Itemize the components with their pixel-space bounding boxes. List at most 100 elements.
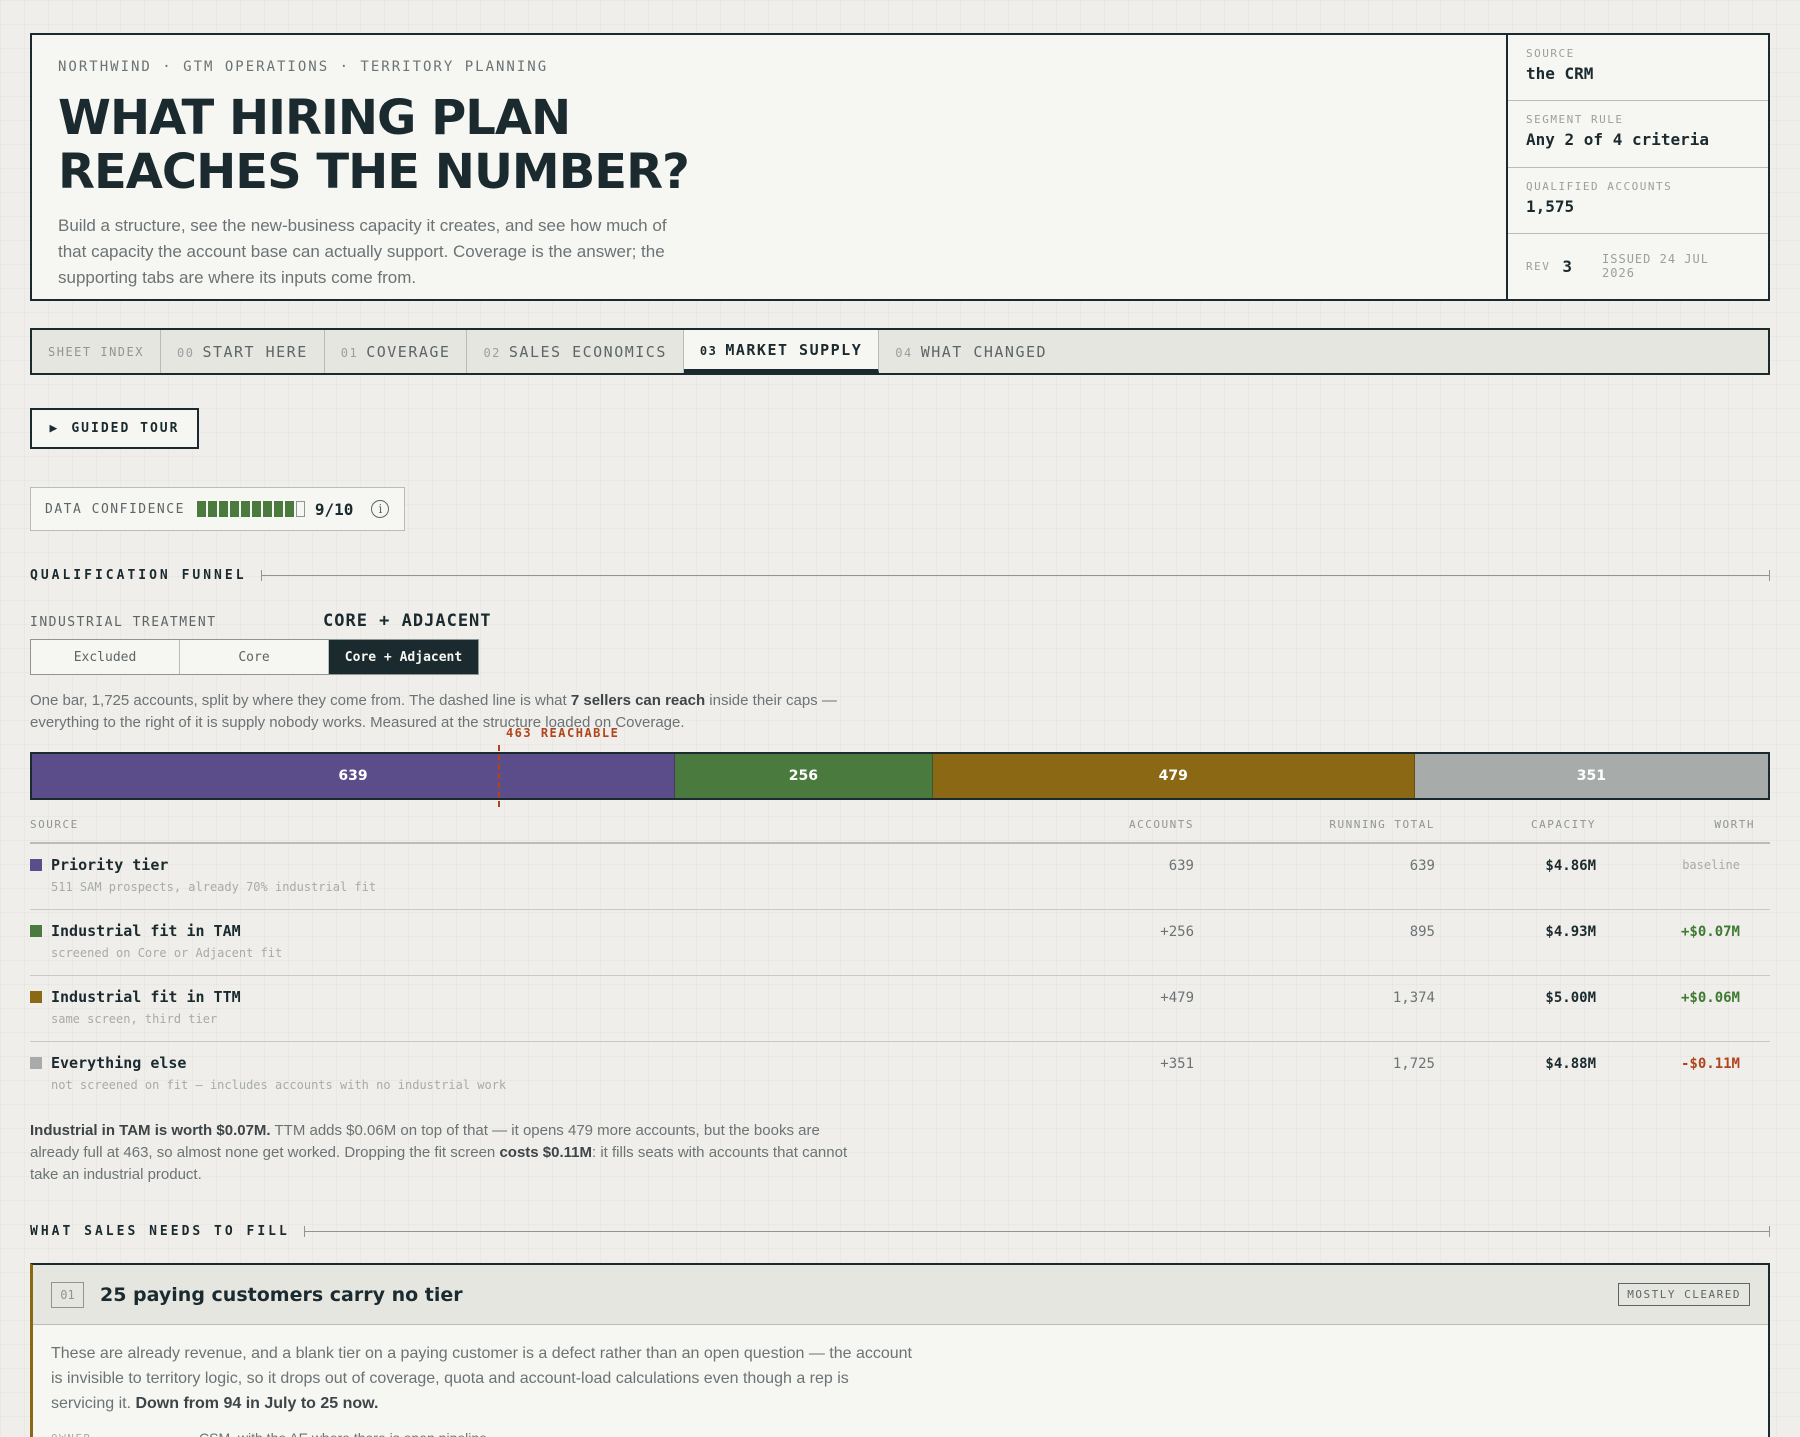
confidence-segment	[262, 501, 272, 517]
issue-emphasis: Down from 94 in July to 25 now.	[135, 1395, 379, 1412]
section-what-sales-needs: WHAT SALES NEEDS TO FILL	[30, 1224, 1771, 1239]
capacity-value: $4.86M	[1545, 858, 1596, 874]
tab-coverage[interactable]: 01 COVERAGE	[325, 330, 468, 373]
issue-description: These are already revenue, and a blank t…	[51, 1341, 915, 1416]
meta-revision: REV 3 ISSUED 24 JUL 2026	[1508, 234, 1768, 299]
funnel-segment: 351	[1414, 754, 1768, 798]
tab-number: 02	[483, 345, 501, 360]
running-total-value: 1,725	[1392, 1056, 1435, 1072]
status-badge: MOSTLY CLEARED	[1618, 1283, 1750, 1306]
tab-label: COVERAGE	[366, 342, 451, 361]
meta-value: the CRM	[1526, 64, 1594, 83]
issue-title: 25 paying customers carry no tier	[100, 1283, 463, 1306]
capacity-value: $4.93M	[1545, 924, 1596, 940]
tab-label: START HERE	[202, 342, 308, 361]
option-core[interactable]: Core	[180, 640, 329, 674]
confidence-meter	[196, 501, 305, 517]
issue-card: 01 25 paying customers carry no tier MOS…	[30, 1263, 1770, 1437]
col-worth: WORTH	[1714, 818, 1755, 831]
source-note: screened on Core or Adjacent fit	[51, 946, 283, 960]
option-core-adjacent[interactable]: Core + Adjacent	[329, 640, 478, 674]
meta-value: Any 2 of 4 criteria	[1526, 130, 1710, 150]
tab-label: WHAT CHANGED	[920, 342, 1048, 361]
funnel-segment: 479	[932, 754, 1415, 798]
table-row: Industrial fit in TTM same screen, third …	[30, 976, 1770, 1042]
table-header: SOURCE ACCOUNTS RUNNING TOTAL CAPACITY W…	[30, 818, 1770, 844]
tab-number: 00	[176, 345, 195, 360]
worth-value: +$0.07M	[1680, 924, 1740, 940]
confidence-segment	[207, 501, 217, 517]
table-row: Industrial fit in TAM screened on Core or…	[30, 910, 1770, 976]
funnel-bar: 639 256 479 351	[30, 752, 1770, 800]
summary-emphasis: Industrial in TAM is worth $0.07M.	[30, 1122, 271, 1139]
confidence-segment	[218, 501, 228, 517]
confidence-segment	[240, 501, 250, 517]
industrial-treatment-toggle: Excluded Core Core + Adjacent	[30, 639, 479, 675]
source-note: not screened on fit — includes accounts …	[51, 1078, 507, 1092]
page-title: WHAT HIRING PLAN REACHES THE NUMBER?	[58, 90, 690, 200]
sheet-tabs: SHEET INDEX 00 START HERE 01 COVERAGE 02 SA…	[30, 328, 1770, 375]
meta-label: QUALIFIED ACCOUNTS	[1526, 179, 1673, 193]
capacity-value: $4.88M	[1545, 1056, 1596, 1072]
source-name: Industrial fit in TAM	[51, 922, 241, 940]
confidence-segment	[251, 501, 261, 517]
tab-number: 04	[895, 345, 913, 360]
meta-source: SOURCE the CRM	[1508, 35, 1768, 102]
industrial-treatment-current: CORE + ADJACENT	[323, 611, 492, 631]
source-name: Priority tier	[51, 856, 169, 874]
rev-label: REV	[1526, 259, 1551, 273]
header-main: NORTHWIND · GTM OPERATIONS · TERRITORY P…	[32, 35, 1506, 299]
tab-market-supply[interactable]: 03 MARKET SUPPLY	[683, 330, 880, 373]
confidence-label: DATA CONFIDENCE	[45, 501, 185, 517]
tab-label: SALES ECONOMICS	[508, 342, 667, 361]
funnel-segment: 639	[32, 754, 676, 798]
industrial-treatment-label: INDUSTRIAL TREATMENT	[30, 615, 217, 630]
owner-label: OWNER	[51, 1426, 199, 1437]
option-excluded[interactable]: Excluded	[31, 640, 180, 674]
page-header: NORTHWIND · GTM OPERATIONS · TERRITORY P…	[30, 33, 1770, 301]
meta-label: SOURCE	[1526, 47, 1575, 60]
issue-body: These are already revenue, and a blank t…	[33, 1325, 933, 1437]
section-title: QUALIFICATION FUNNEL	[30, 568, 247, 583]
col-source: SOURCE	[30, 818, 79, 831]
source-name: Everything else	[51, 1054, 187, 1072]
source-name: Industrial fit in TTM	[51, 988, 241, 1006]
rev-number: 3	[1562, 256, 1573, 276]
capacity-value: $5.00M	[1545, 990, 1596, 1006]
info-icon[interactable]: i	[371, 500, 390, 518]
source-note: 511 SAM prospects, already 70% industria…	[51, 880, 377, 894]
meta-segment-rule: SEGMENT RULE Any 2 of 4 criteria	[1508, 101, 1768, 168]
meta-label: SEGMENT RULE	[1526, 113, 1624, 127]
header-meta-panel: SOURCE the CRM SEGMENT RULE Any 2 of 4 c…	[1506, 35, 1768, 299]
running-total-value: 1,374	[1392, 990, 1435, 1006]
page-subtitle: Build a structure, see the new-business …	[58, 216, 667, 287]
accounts-value: +479	[1160, 990, 1194, 1006]
guided-tour-button[interactable]: ▶ GUIDED TOUR	[30, 408, 199, 449]
accounts-value: +351	[1160, 1056, 1194, 1072]
issue-card-header[interactable]: 01 25 paying customers carry no tier MOS…	[33, 1265, 1768, 1325]
issue-owner: OWNER CSM, with the AE where there is op…	[51, 1426, 915, 1437]
issue-number: 01	[51, 1281, 84, 1308]
legend-swatch	[30, 859, 42, 871]
guided-tour-label: GUIDED TOUR	[71, 421, 180, 436]
accounts-value: +256	[1160, 924, 1194, 940]
worth-value: -$0.11M	[1680, 1056, 1740, 1072]
owner-value: CSM, with the AE where there is open pip…	[199, 1426, 487, 1437]
legend-swatch	[30, 925, 42, 937]
tab-start-here[interactable]: 00 START HERE	[161, 330, 325, 373]
tab-sales-economics[interactable]: 02 SALES ECONOMICS	[467, 330, 684, 373]
funnel-segment: 256	[675, 754, 933, 798]
desc-text: One bar, 1,725 accounts, split by where …	[30, 692, 571, 709]
running-total-value: 895	[1409, 924, 1435, 940]
reachable-label: 463 REACHABLE	[505, 726, 620, 740]
tab-what-changed[interactable]: 04 WHAT CHANGED	[879, 330, 1063, 373]
desc-emphasis: 7 sellers can reach	[570, 692, 706, 709]
section-divider	[303, 1226, 1771, 1237]
summary-emphasis: costs $0.11M	[499, 1144, 592, 1161]
play-icon: ▶	[49, 421, 60, 436]
section-qualification-funnel: QUALIFICATION FUNNEL	[30, 568, 1771, 583]
col-accounts: ACCOUNTS	[1129, 818, 1194, 831]
source-note: same screen, third tier	[51, 1012, 218, 1026]
funnel-description: One bar, 1,725 accounts, split by where …	[30, 690, 850, 734]
sheet-index-label: SHEET INDEX	[32, 330, 161, 373]
